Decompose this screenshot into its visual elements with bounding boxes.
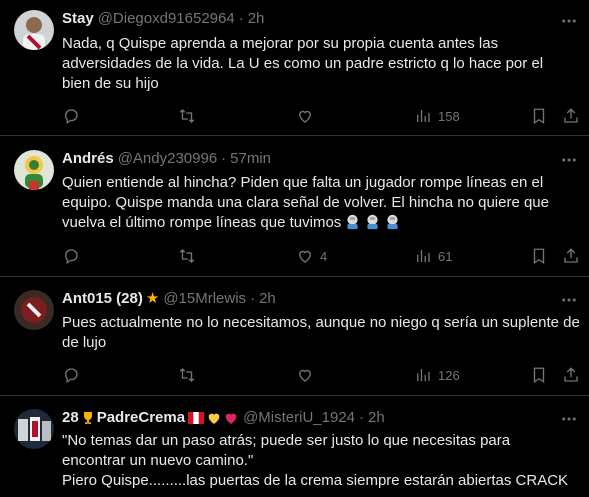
tweet-text-line: bien de su hijo: [62, 75, 159, 92]
retweet-icon: [179, 368, 195, 382]
tweet-text-line: Nada, q Quispe aprenda a mejorar por su …: [62, 35, 499, 52]
tweet-text: Nada, q Quispe aprenda a mejorar por su …: [62, 34, 577, 94]
share-button[interactable]: [562, 246, 580, 266]
reply-icon: [65, 368, 78, 384]
handle[interactable]: @Andy230996: [118, 149, 217, 169]
separator-dot: ·: [221, 150, 227, 167]
action-bar: 158: [62, 106, 582, 126]
display-name[interactable]: Andrés: [62, 149, 114, 169]
retweet-icon: [179, 109, 195, 123]
views-button[interactable]: 126: [414, 365, 460, 385]
tweet[interactable]: Stay @Diegoxd91652964 · 2h Nada, q Quisp…: [0, 0, 589, 136]
more-icon[interactable]: [559, 290, 579, 310]
bookmark-icon: [533, 108, 545, 125]
timestamp[interactable]: 57min: [230, 149, 271, 169]
display-name[interactable]: 28: [62, 408, 79, 428]
like-icon: [299, 250, 311, 263]
retweet-icon: [179, 249, 195, 263]
bookmark-icon: [533, 367, 545, 384]
facepalm-emoji-icon: [367, 214, 378, 230]
avatar[interactable]: [14, 10, 54, 50]
views-count: 61: [438, 248, 453, 264]
bookmark-icon: [533, 248, 545, 265]
display-name[interactable]: Stay: [62, 9, 94, 29]
tweet-text: "No temas dar un paso atrás; puede ser j…: [62, 431, 577, 491]
views-button[interactable]: 158: [414, 106, 460, 126]
tweet-text-line: Pues actualmente no lo necesitamos, aunq…: [62, 314, 580, 331]
reply-button[interactable]: [62, 246, 80, 266]
bookmark-button[interactable]: [530, 106, 548, 126]
action-bar: 4 61: [62, 246, 582, 266]
more-icon[interactable]: [559, 11, 579, 31]
bookmark-button[interactable]: [530, 246, 548, 266]
timestamp[interactable]: 2h: [259, 289, 276, 309]
reply-icon: [65, 249, 78, 265]
peru-flag-icon: [188, 412, 205, 424]
retweet-button[interactable]: [178, 106, 196, 126]
tweet-text-line: vuelva el último rompe líneas que tuvimo…: [62, 213, 577, 233]
reply-button[interactable]: [62, 365, 80, 385]
reply-icon: [65, 109, 78, 125]
share-button[interactable]: [562, 365, 580, 385]
bookmark-button[interactable]: [530, 365, 548, 385]
trophy-emoji-icon: [80, 410, 96, 426]
more-icon[interactable]: [559, 150, 579, 170]
like-count: 4: [320, 248, 328, 264]
star-emoji-icon: ★: [145, 290, 160, 307]
tweet-text-fragment: vuelva el último rompe líneas que tuvimo…: [62, 214, 342, 231]
tweet-text-line: Piero Quispe.........las puertas de la c…: [62, 472, 569, 489]
views-icon: [417, 250, 430, 262]
tweet-text-line: "No temas dar un paso atrás; puede ser j…: [62, 432, 511, 449]
tweet-text-line: adversidades de la vida. La U es como un…: [62, 55, 544, 72]
like-button[interactable]: 4: [296, 246, 327, 266]
tweet-text-line: encontrar un nuevo camino.": [62, 452, 254, 469]
avatar[interactable]: [14, 290, 54, 330]
separator-dot: ·: [359, 409, 365, 426]
facepalm-emoji-icon: [347, 214, 358, 230]
reply-button[interactable]: [62, 106, 80, 126]
share-icon: [564, 367, 578, 382]
like-button[interactable]: [296, 365, 314, 385]
handle[interactable]: @Diegoxd91652964: [98, 9, 235, 29]
retweet-button[interactable]: [178, 365, 196, 385]
tweet-text-line: de lujo: [62, 334, 107, 351]
avatar[interactable]: [14, 409, 54, 449]
handle[interactable]: @15Mrlewis: [163, 289, 246, 309]
share-icon: [564, 108, 578, 123]
like-icon: [299, 369, 311, 382]
timestamp[interactable]: 2h: [248, 9, 265, 29]
tweet[interactable]: Andrés @Andy230996 · 57min Quien entiend…: [0, 137, 589, 277]
tweet-text: Pues actualmente no lo necesitamos, aunq…: [62, 313, 580, 353]
share-icon: [564, 248, 578, 263]
views-icon: [417, 369, 430, 381]
handle[interactable]: @MisteriU_1924: [243, 408, 355, 428]
more-icon[interactable]: [559, 409, 579, 429]
display-name-part[interactable]: PadreCrema: [97, 408, 185, 428]
like-button[interactable]: [296, 106, 314, 126]
facepalm-emoji-icon: [387, 214, 398, 230]
action-bar: 126: [62, 365, 582, 385]
views-count: 126: [438, 367, 460, 383]
timestamp[interactable]: 2h: [368, 408, 385, 428]
retweet-button[interactable]: [178, 246, 196, 266]
like-icon: [299, 110, 311, 123]
avatar[interactable]: [14, 150, 54, 190]
tweet[interactable]: 28 PadreCrema @MisteriU_1924 · 2h "No te…: [0, 397, 589, 497]
views-count: 158: [438, 108, 460, 124]
tweet-text: Quien entiende al hincha? Piden que falt…: [62, 173, 577, 233]
yellow-heart-icon: [206, 410, 222, 426]
share-button[interactable]: [562, 106, 580, 126]
display-name[interactable]: Ant015 (28): [62, 289, 143, 309]
separator-dot: ·: [238, 10, 244, 27]
separator-dot: ·: [250, 290, 256, 307]
views-icon: [417, 110, 430, 122]
views-button[interactable]: 61: [414, 246, 452, 266]
red-heart-icon: [223, 410, 239, 426]
tweet-text-line: equipo. Quispe manda una clara señal de …: [62, 194, 549, 211]
tweet[interactable]: Ant015 (28) ★ @15Mrlewis · 2h Pues actual…: [0, 278, 589, 396]
tweet-text-line: Quien entiende al hincha? Piden que falt…: [62, 174, 544, 191]
